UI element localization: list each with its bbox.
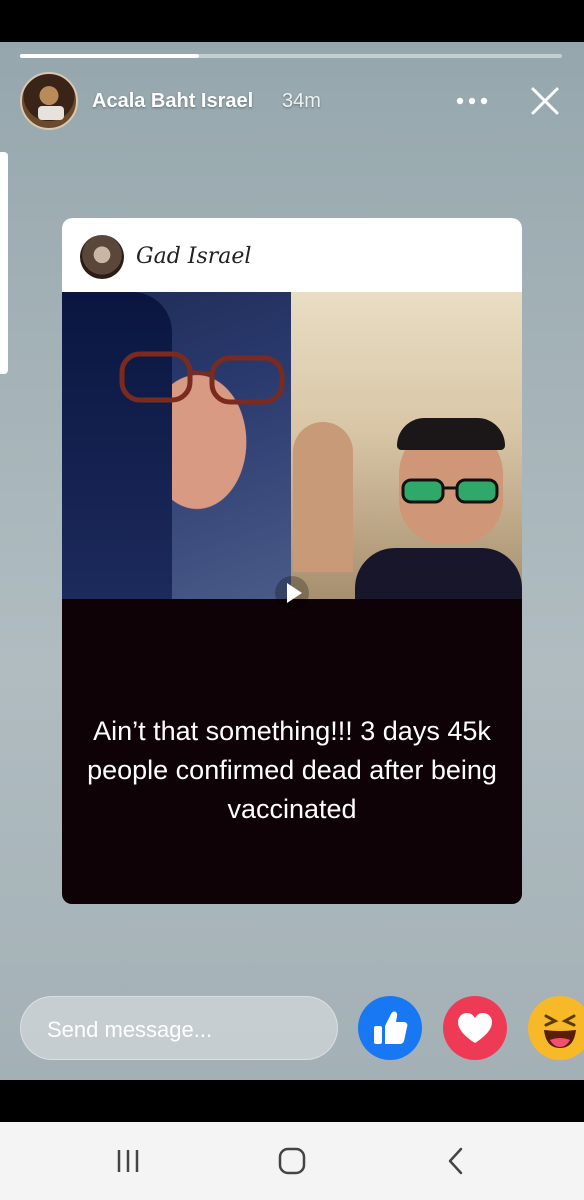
back-icon (448, 1147, 463, 1175)
nav-home-button[interactable] (272, 1146, 312, 1176)
close-button[interactable] (528, 84, 562, 118)
heart-icon (458, 1013, 492, 1043)
thumbs-up-icon (374, 1011, 408, 1044)
close-icon (531, 87, 559, 115)
status-bar (0, 0, 584, 42)
play-icon (287, 583, 302, 603)
love-reaction-button[interactable] (443, 996, 507, 1060)
send-message-input[interactable]: Send message... (20, 996, 338, 1060)
recents-icon (117, 1150, 139, 1172)
avatar[interactable] (20, 72, 78, 130)
video-person-hair (62, 292, 172, 599)
shared-post-caption: Ain’t that something!!! 3 days 45k peopl… (87, 716, 497, 824)
story-user-name[interactable]: Acala Baht Israel (92, 90, 253, 113)
nav-recents-button[interactable] (108, 1146, 148, 1176)
more-button[interactable] (452, 86, 492, 116)
shared-post-card[interactable]: Gad Israel Ain’t that something!!! 3 day… (62, 218, 522, 904)
story-header: Acala Baht Israel 34m (20, 72, 564, 132)
laughing-emoji-icon (544, 1014, 576, 1048)
shared-post-header: Gad Israel (62, 218, 522, 292)
story-timestamp: 34m (282, 90, 321, 112)
story-reply-bar: Send message... (0, 992, 584, 1062)
story-viewer[interactable]: Acala Baht Israel 34m Gad Israel Ain’t t… (0, 42, 584, 1080)
more-horizontal-icon (456, 97, 488, 105)
send-message-placeholder: Send message... (47, 1017, 213, 1042)
home-icon (278, 1147, 306, 1175)
side-edge-tab[interactable] (0, 152, 8, 374)
video-person-front-hair (397, 418, 505, 450)
video-right-pane (291, 292, 522, 599)
system-navigation-bar (0, 1122, 584, 1200)
video-person-back (293, 422, 353, 572)
avatar-mask (38, 106, 64, 120)
shared-post-author[interactable]: Gad Israel (136, 244, 251, 269)
like-reaction-button[interactable] (358, 996, 422, 1060)
video-thumbnail[interactable] (62, 292, 522, 610)
nav-back-button[interactable] (436, 1146, 476, 1176)
video-person-front-body (355, 548, 522, 599)
haha-reaction-button[interactable] (528, 996, 584, 1060)
story-progress-fill (20, 54, 199, 58)
sunglasses-shape (401, 478, 499, 504)
shared-post-avatar[interactable] (80, 235, 124, 279)
eyeglasses-shape (119, 351, 285, 405)
video-left-pane (62, 292, 291, 599)
play-button[interactable] (275, 576, 309, 610)
story-progress-bar (20, 54, 562, 58)
